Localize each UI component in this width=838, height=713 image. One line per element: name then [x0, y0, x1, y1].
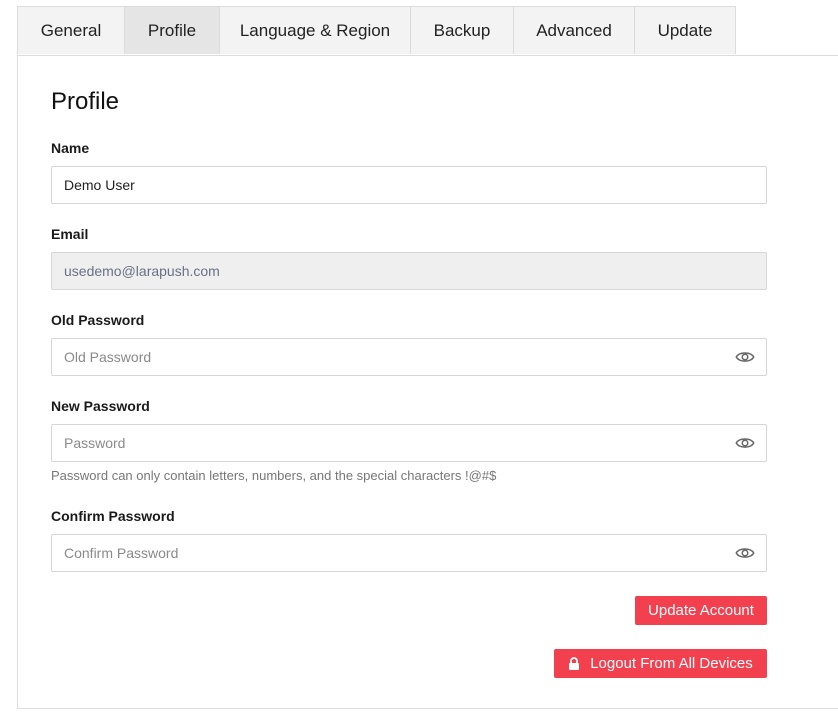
tab-language-region[interactable]: Language & Region [219, 6, 411, 54]
new-password-input[interactable] [52, 425, 766, 461]
tab-profile[interactable]: Profile [124, 6, 220, 54]
old-password-field-wrapper [51, 338, 767, 376]
lock-icon [569, 657, 580, 670]
logout-all-devices-button[interactable]: Logout From All Devices [554, 649, 767, 678]
eye-icon[interactable] [735, 349, 755, 365]
new-password-field-wrapper [51, 424, 767, 462]
confirm-password-label: Confirm Password [51, 508, 175, 524]
eye-icon[interactable] [735, 435, 755, 451]
new-password-label: New Password [51, 398, 150, 414]
page-title: Profile [51, 88, 120, 115]
update-account-label: Update Account [648, 602, 754, 619]
email-input [52, 253, 766, 289]
tab-update[interactable]: Update [634, 6, 736, 54]
confirm-password-field-wrapper [51, 534, 767, 572]
tab-general[interactable]: General [17, 6, 125, 54]
email-field-wrapper [51, 252, 767, 290]
tab-backup[interactable]: Backup [410, 6, 514, 54]
profile-panel: Profile Name Email Old Password New Pass… [17, 55, 838, 709]
settings-tabs: General Profile Language & Region Backup… [17, 6, 736, 55]
email-label: Email [51, 226, 89, 242]
old-password-label: Old Password [51, 312, 145, 328]
name-field-wrapper [51, 166, 767, 204]
confirm-password-input[interactable] [52, 535, 766, 571]
update-account-button[interactable]: Update Account [635, 596, 767, 625]
name-label: Name [51, 140, 90, 156]
old-password-input[interactable] [52, 339, 766, 375]
logout-all-devices-label: Logout From All Devices [590, 655, 753, 672]
eye-icon[interactable] [735, 545, 755, 561]
tab-advanced[interactable]: Advanced [513, 6, 635, 54]
password-hint: Password can only contain letters, numbe… [51, 468, 497, 483]
name-input[interactable] [52, 167, 766, 203]
